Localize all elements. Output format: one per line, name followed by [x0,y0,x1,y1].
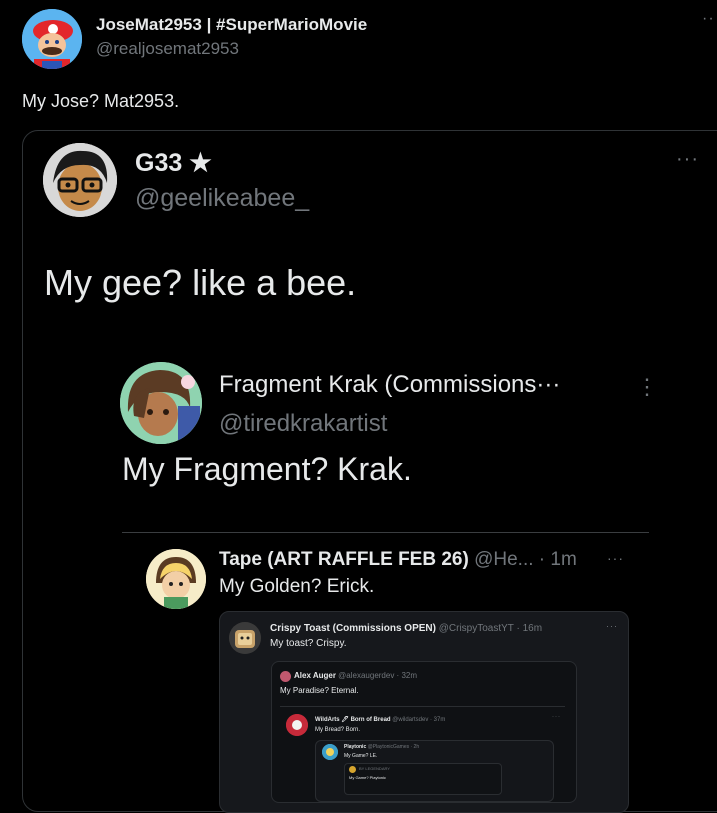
mario-avatar-icon [22,9,82,69]
divider [122,532,649,533]
alex-author-name[interactable]: Alex Auger [294,671,336,680]
avatar-playtonic[interactable] [322,744,338,760]
innermost-text: My Game? Playtonic [349,775,386,780]
divider [280,706,565,707]
playtonic-author-name[interactable]: Playtonic [344,744,366,750]
fragment-more-options-icon[interactable]: ⋮ [636,374,659,400]
avatar-alex-auger[interactable] [280,671,291,682]
tape-author-meta[interactable]: @He... · 1m [474,549,577,570]
avatar-tape[interactable] [146,549,206,609]
wildarts-author-meta[interactable]: @wildartsdev · 37m [392,717,445,723]
playtonic-avatar-icon [322,744,338,760]
wildarts-tweet-text: My Bread? Born. [315,727,361,733]
g33-more-options-icon[interactable]: ··· [676,148,699,171]
alex-header[interactable]: Alex Auger @alexaugerdev · 32m [294,671,554,680]
playtonic-header[interactable]: Playtonic @PlaytonicGames · 2h [344,744,524,750]
avatar-crispy-toast[interactable] [229,622,261,654]
fragment-author-name[interactable]: Fragment Krak (Commissions··· [219,371,560,399]
wildarts-avatar-icon [286,714,308,736]
character-avatar-icon [120,362,202,444]
main-author-name[interactable]: JoseMat2953 | #SuperMarioMovie [96,15,367,35]
main-tweet-text: My Jose? Mat2953. [22,91,180,111]
alex-author-meta[interactable]: @alexaugerdev · 32m [338,671,417,680]
innermost-header: BY LEGENDARY [359,766,390,771]
g33-author-handle[interactable]: @geelikeabee_ [135,184,309,213]
avatar-fragment-krak[interactable] [120,362,202,444]
alex-tweet-text: My Paradise? Eternal. [280,686,359,695]
toast-avatar-icon [229,622,261,654]
tape-author-name[interactable]: Tape (ART RAFFLE FEB 26) [219,549,469,570]
main-author-handle[interactable]: @realjosemat2953 [96,39,239,59]
avatar-main[interactable] [22,9,82,69]
tape-tweet-text: My Golden? Erick. [219,576,375,597]
avatar-innermost[interactable] [349,766,356,773]
playtonic-author-meta[interactable]: @PlaytonicGames · 2h [368,744,419,750]
character-avatar-icon [146,549,206,609]
crispy-author-name[interactable]: Crispy Toast (Commissions OPEN) [270,623,436,634]
wildarts-author-name[interactable]: WildArts 🖊 Born of Bread [315,717,391,723]
playtonic-tweet-text: My Game? LE. [344,753,378,759]
avatar-wildarts[interactable] [286,714,308,736]
g33-tweet-text: My gee? like a bee. [44,262,357,303]
crispy-author-meta[interactable]: @CrispyToastYT · 16m [439,623,542,634]
character-avatar-icon [43,143,117,217]
fragment-tweet-text: My Fragment? Krak. [122,451,412,487]
avatar-g33[interactable] [43,143,117,217]
g33-author-name[interactable]: G33 ★ [135,148,212,178]
crispy-header[interactable]: Crispy Toast (Commissions OPEN) @CrispyT… [270,623,600,634]
wildarts-header[interactable]: WildArts 🖊 Born of Bread @wildartsdev · … [315,716,535,723]
tape-header[interactable]: Tape (ART RAFFLE FEB 26) @He... · 1m [219,549,577,571]
crispy-more-options-icon[interactable]: ··· [606,621,618,631]
fragment-author-handle[interactable]: @tiredkrakartist [219,410,387,438]
crispy-tweet-text: My toast? Crispy. [270,638,347,649]
wildarts-more-options-icon[interactable]: ··· [552,714,561,720]
tape-more-options-icon[interactable]: ··· [607,550,624,566]
more-options-icon[interactable]: ·· [702,10,715,28]
